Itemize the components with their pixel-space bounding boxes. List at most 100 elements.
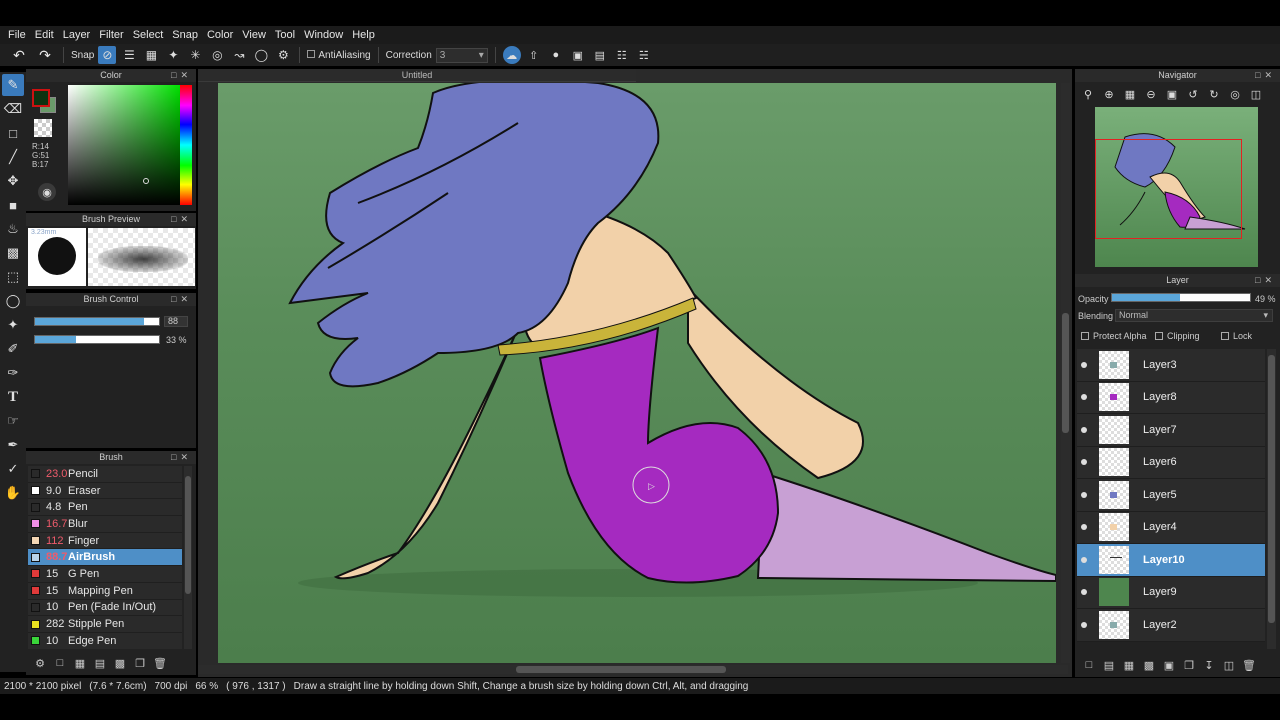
layer-row[interactable]: Layer8: [1077, 381, 1265, 414]
comment-icon[interactable]: ●: [547, 46, 565, 64]
line-tool-icon[interactable]: ╱: [2, 146, 24, 168]
palette-icon[interactable]: ◉: [38, 183, 56, 201]
brush-item[interactable]: 4.8 Pen: [28, 499, 182, 517]
scrollbar-thumb[interactable]: [1268, 355, 1275, 623]
menu-tool[interactable]: Tool: [271, 29, 299, 41]
brush-item[interactable]: 9.0 Eraser: [28, 482, 182, 500]
scrollbar-thumb[interactable]: [185, 476, 191, 594]
merge-layer-icon[interactable]: ↧: [1201, 657, 1217, 673]
rectangle-tool-icon[interactable]: □: [2, 122, 24, 144]
saturation-value-picker[interactable]: [68, 85, 180, 205]
move-tool-icon[interactable]: ✥: [2, 170, 24, 192]
chat-icon[interactable]: ▣: [569, 46, 587, 64]
new-folder-icon[interactable]: ▣: [1161, 657, 1177, 673]
add-brush-menu-icon[interactable]: ▦: [72, 655, 88, 671]
new-8bit-layer-icon[interactable]: ▦: [1121, 657, 1137, 673]
foreground-color-swatch[interactable]: [32, 89, 50, 107]
layer-row[interactable]: Layer3: [1077, 349, 1265, 382]
layer-opacity-slider[interactable]: [1111, 293, 1251, 302]
snap-radial-2-icon[interactable]: ✳: [186, 46, 204, 64]
menu-layer[interactable]: Layer: [59, 29, 95, 41]
panel-controls-icon[interactable]: □✕: [1255, 274, 1276, 287]
lock-toggle[interactable]: Lock: [1221, 331, 1252, 341]
canvas-horizontal-scrollbar[interactable]: [198, 665, 1068, 674]
delete-layer-icon[interactable]: 🗑: [1241, 657, 1257, 673]
duplicate-brush-icon[interactable]: ❐: [132, 655, 148, 671]
magic-wand-tool-icon[interactable]: ✦: [2, 314, 24, 336]
rotate-right-icon[interactable]: ↻: [1205, 85, 1223, 103]
menu-snap[interactable]: Snap: [168, 29, 202, 41]
brush-item[interactable]: 10 Edge Pen: [28, 632, 182, 649]
menu-help[interactable]: Help: [348, 29, 379, 41]
brush-folder-icon[interactable]: ▩: [112, 655, 128, 671]
visibility-eye-icon[interactable]: [1081, 589, 1087, 596]
lasso-tool-icon[interactable]: ◯: [2, 290, 24, 312]
snap-grid-icon[interactable]: ▦: [142, 46, 160, 64]
rotate-left-icon[interactable]: ↺: [1184, 85, 1202, 103]
menu-edit[interactable]: Edit: [31, 29, 58, 41]
new-halftone-layer-icon[interactable]: ▤: [1101, 657, 1117, 673]
brush-item[interactable]: 16.7 Blur: [28, 516, 182, 533]
menu-filter[interactable]: Filter: [95, 29, 127, 41]
layer-list-scrollbar[interactable]: [1267, 349, 1276, 649]
list-icon[interactable]: ☷: [613, 46, 631, 64]
brush-opacity-slider[interactable]: [34, 335, 160, 344]
snap-parallel-icon[interactable]: ☰: [120, 46, 138, 64]
correction-select[interactable]: 3 ▾: [435, 47, 488, 63]
reset-rotation-icon[interactable]: ◎: [1226, 85, 1244, 103]
visibility-eye-icon[interactable]: [1081, 394, 1087, 401]
drawing-canvas[interactable]: ▷: [218, 83, 1056, 663]
eyedropper-tool-icon[interactable]: ✒: [2, 434, 24, 456]
new-tone-layer-icon[interactable]: ▩: [1141, 657, 1157, 673]
delete-brush-icon[interactable]: 🗑: [152, 655, 168, 671]
gradient-tool-icon[interactable]: ▩: [2, 242, 24, 264]
cloud-icon[interactable]: ☁: [502, 46, 521, 64]
zoom-icon[interactable]: ⚲: [1079, 85, 1097, 103]
menu-color[interactable]: Color: [203, 29, 237, 41]
select-eraser-tool-icon[interactable]: ✑: [2, 362, 24, 384]
share-icon[interactable]: ⇧: [525, 46, 543, 64]
panel-controls-icon[interactable]: □✕: [171, 451, 192, 464]
flip-icon[interactable]: ◫: [1247, 85, 1265, 103]
layer-row[interactable]: Layer7: [1077, 414, 1265, 447]
scrollbar-thumb[interactable]: [1062, 313, 1069, 433]
redo-button[interactable]: ↷: [34, 46, 56, 64]
layer-row[interactable]: Layer5: [1077, 479, 1265, 512]
menu-file[interactable]: File: [4, 29, 30, 41]
brush-item[interactable]: 88.7 AirBrush: [28, 549, 182, 567]
snap-settings-icon[interactable]: ⚙: [274, 46, 292, 64]
zoom-in-icon[interactable]: ⊕: [1100, 85, 1118, 103]
visibility-eye-icon[interactable]: [1081, 426, 1087, 433]
visibility-eye-icon[interactable]: [1081, 621, 1087, 628]
navigator-thumbnail[interactable]: [1095, 107, 1258, 267]
visibility-eye-icon[interactable]: [1081, 524, 1087, 531]
visibility-eye-icon[interactable]: [1081, 491, 1087, 498]
select-rect-tool-icon[interactable]: ⬚: [2, 266, 24, 288]
text-tool-icon[interactable]: T: [2, 386, 24, 408]
brush-size-slider[interactable]: [34, 317, 160, 326]
clipping-checkbox[interactable]: [1155, 332, 1163, 340]
layer-mask-icon[interactable]: ◫: [1221, 657, 1237, 673]
visibility-eye-icon[interactable]: [1081, 459, 1087, 466]
protect-alpha-checkbox[interactable]: [1081, 332, 1089, 340]
antialias-checkbox[interactable]: [307, 49, 316, 58]
color-picker-cursor[interactable]: [143, 178, 149, 184]
brush-item[interactable]: 23.0 Pencil: [28, 466, 182, 483]
bucket-tool-icon[interactable]: ♨: [2, 218, 24, 240]
menu-select[interactable]: Select: [129, 29, 168, 41]
scrollbar-thumb[interactable]: [516, 666, 726, 673]
brush-item[interactable]: 112 Finger: [28, 532, 182, 550]
panel-controls-icon[interactable]: □✕: [171, 293, 192, 306]
viewport-frame[interactable]: [1095, 139, 1242, 239]
blending-select[interactable]: Normal ▾: [1115, 309, 1273, 322]
layer-row[interactable]: Layer2: [1077, 609, 1265, 642]
lock-checkbox[interactable]: [1221, 332, 1229, 340]
hand-tool-icon[interactable]: ✋: [2, 482, 24, 504]
page-icon[interactable]: ▤: [591, 46, 609, 64]
panel-controls-icon[interactable]: □✕: [1255, 69, 1276, 82]
antialias-toggle[interactable]: AntiAliasing: [307, 49, 371, 61]
transparent-color-swatch[interactable]: [34, 119, 52, 137]
menu-window[interactable]: Window: [300, 29, 347, 41]
snap-concentric-icon[interactable]: ◎: [208, 46, 226, 64]
brush-item[interactable]: 15 Mapping Pen: [28, 582, 182, 600]
